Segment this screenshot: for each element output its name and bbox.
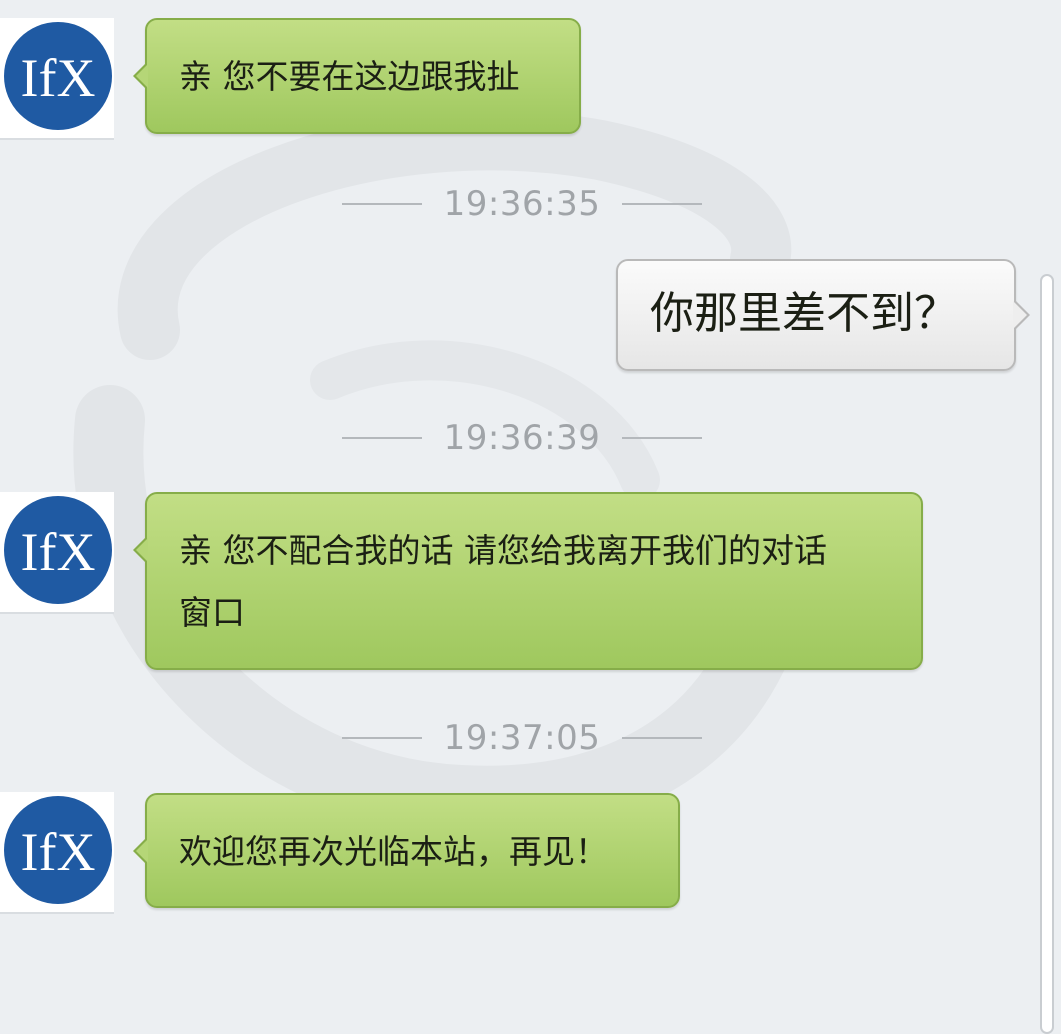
timestamp: 19:36:39 (443, 418, 601, 458)
divider-line (621, 737, 702, 739)
message-text: 你那里差不到？ (650, 288, 958, 339)
avatar-logo-text: IfX (21, 48, 96, 108)
message-text-line: 窗口 (179, 593, 245, 632)
agent-message-bubble[interactable]: 亲 您不要在这边跟我扯 (133, 18, 581, 134)
message-text-line: 亲 您不配合我的话 请您给我离开我们的对话 (179, 531, 827, 570)
agent-avatar[interactable]: IfX (0, 492, 114, 614)
timestamp: 19:36:35 (443, 184, 601, 224)
ifx-logo-icon: IfX (4, 496, 112, 604)
ifx-logo-icon: IfX (4, 22, 112, 130)
agent-message-bubble[interactable]: 亲 您不配合我的话 请您给我离开我们的对话 窗口 (133, 492, 923, 670)
timestamp: 19:37:05 (443, 718, 601, 758)
timestamp-divider: 19:36:39 (342, 418, 702, 458)
user-message-bubble[interactable]: 你那里差不到？ (616, 259, 1030, 371)
divider-line (342, 737, 422, 739)
timestamp-divider: 19:36:35 (342, 184, 702, 224)
divider-line (621, 203, 702, 205)
avatar-logo-text: IfX (21, 522, 96, 582)
message-text: 欢迎您再次光临本站，再见！ (179, 832, 608, 871)
timestamp-divider: 19:37:05 (342, 718, 702, 758)
message-text: 亲 您不要在这边跟我扯 (179, 57, 520, 96)
divider-line (342, 203, 422, 205)
divider-line (621, 437, 702, 439)
agent-avatar[interactable]: IfX (0, 18, 114, 140)
agent-avatar[interactable]: IfX (0, 792, 114, 914)
agent-message-bubble[interactable]: 欢迎您再次光临本站，再见！ (133, 793, 680, 908)
scrollbar[interactable] (1040, 274, 1054, 1034)
avatar-logo-text: IfX (21, 822, 96, 882)
divider-line (342, 437, 422, 439)
ifx-logo-icon: IfX (4, 796, 112, 904)
